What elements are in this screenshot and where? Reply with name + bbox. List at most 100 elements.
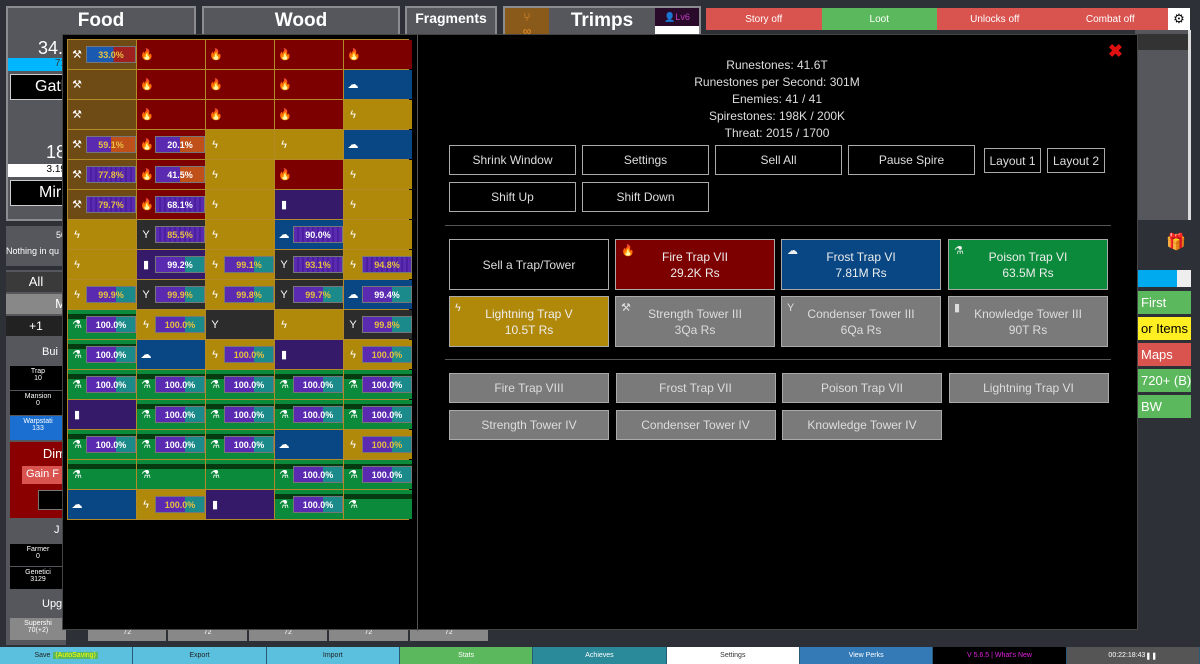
upgrade-strength-tower-iv-button[interactable]: Strength Tower IV (449, 410, 609, 440)
upgrade-condenser-tower-iv-button[interactable]: Condenser Tower IV (615, 410, 776, 440)
spire-cell-light[interactable]: ϟ (275, 130, 343, 159)
spire-cell-poison[interactable]: ⚗ 100.0% (68, 430, 136, 459)
spire-cell-fire[interactable]: 🔥 41.5% (137, 160, 205, 189)
spire-cell-light[interactable]: ϟ 100.0% (137, 310, 205, 339)
spire-cell-fire[interactable]: 🔥 (206, 40, 274, 69)
buy-frost-trap-vi-button[interactable]: ☁ Frost Trap VI 7.81M Rs (781, 239, 941, 290)
gear-icon[interactable]: ⚙ (1168, 8, 1190, 30)
spire-cell-str[interactable]: ⚒ 59.1% (68, 130, 136, 159)
spire-cell-fire[interactable]: 🔥 (275, 70, 343, 99)
spire-cell-light[interactable]: ϟ 100.0% (344, 430, 412, 459)
spire-cell-poison[interactable]: ⚗ 100.0% (344, 460, 412, 489)
footer-achieves-button[interactable]: Achieves (533, 647, 667, 664)
spire-cell-light[interactable]: ϟ 100.0% (344, 340, 412, 369)
spire-cell-light[interactable]: ϟ (275, 310, 343, 339)
spire-cell-frost[interactable]: ☁ 90.0% (275, 220, 343, 249)
side-button-1[interactable]: or Items (1137, 317, 1191, 340)
spire-cell-frost[interactable]: ☁ (275, 430, 343, 459)
tab-all[interactable]: All (6, 272, 66, 292)
spire-cell-fire[interactable]: 🔥 (137, 70, 205, 99)
upgrade-fire-trap-viii-button[interactable]: Fire Trap VIII (449, 373, 609, 403)
spire-cell-fire[interactable]: 🔥 (275, 160, 343, 189)
side-button-3[interactable]: 720+ (B) (1137, 369, 1191, 392)
spire-cell-str[interactable]: ⚒ 77.8% (68, 160, 136, 189)
pause-spire-button[interactable]: Pause Spire (848, 145, 975, 175)
spire-cell-know[interactable]: ▮ (275, 340, 343, 369)
spire-cell-light[interactable]: ϟ (68, 250, 136, 279)
spire-cell-light[interactable]: ϟ (206, 190, 274, 219)
spire-cell-cond[interactable]: Y 85.5% (137, 220, 205, 249)
spire-cell-know[interactable]: ▮ (68, 400, 136, 429)
spire-cell-cond[interactable]: Y 99.9% (137, 280, 205, 309)
gather-food-button[interactable]: Gath (10, 74, 70, 100)
spire-cell-light[interactable]: ϟ (206, 220, 274, 249)
spire-cell-poison[interactable]: ⚗ 100.0% (206, 430, 274, 459)
layout-2-button[interactable]: Layout 2 (1047, 148, 1105, 173)
spire-cell-cond[interactable]: Y (206, 310, 274, 339)
spire-cell-poison[interactable]: ⚗ 100.0% (344, 400, 412, 429)
spire-cell-poison[interactable]: ⚗ (344, 490, 412, 519)
toggle-unlocks[interactable]: Unlocks off (937, 8, 1053, 30)
tab-m[interactable]: M (6, 294, 66, 314)
spire-cell-poison[interactable]: ⚗ 100.0% (137, 430, 205, 459)
spire-cell-poison[interactable]: ⚗ 100.0% (275, 460, 343, 489)
spire-cell-fire[interactable]: 🔥 (137, 40, 205, 69)
buy-condenser-tower-iii-button[interactable]: Y Condenser Tower III 6Qa Rs (781, 296, 941, 347)
spire-cell-poison[interactable]: ⚗ 100.0% (275, 370, 343, 399)
spire-cell-light[interactable]: ϟ (344, 100, 412, 129)
spire-cell-cond[interactable]: Y 99.8% (344, 310, 412, 339)
level-badge[interactable]: 👤 Lv6 (655, 8, 699, 26)
spire-cell-light[interactable]: ϟ (206, 160, 274, 189)
gift-icon[interactable]: 🎁 (1166, 232, 1186, 252)
spire-cell-light[interactable]: ϟ 94.8% (344, 250, 412, 279)
spire-cell-fire[interactable]: 🔥 (275, 40, 343, 69)
spire-cell-fire[interactable]: 🔥 20.1% (137, 130, 205, 159)
upgrade-poison-trap-vii-button[interactable]: Poison Trap VII (782, 373, 942, 403)
spire-cell-fire[interactable]: 🔥 68.1% (137, 190, 205, 219)
spire-cell-poison[interactable]: ⚗ 100.0% (206, 400, 274, 429)
spire-cell-str[interactable]: ⚒ (68, 100, 136, 129)
spire-cell-light[interactable]: ϟ 99.8% (206, 280, 274, 309)
sell-trap-button[interactable]: Sell a Trap/Tower (449, 239, 609, 290)
buy-strength-tower-iii-button[interactable]: ⚒ Strength Tower III 3Qa Rs (615, 296, 775, 347)
toggle-combat[interactable]: Combat off (1052, 8, 1168, 30)
tab-plus-one[interactable]: +1 (6, 316, 66, 336)
spire-cell-poison[interactable]: ⚗ (206, 460, 274, 489)
job-farmer[interactable]: Farmer 0 (10, 544, 66, 566)
buy-poison-trap-vi-button[interactable]: ⚗ Poison Trap VI 63.5M Rs (948, 239, 1108, 290)
footer-settings-button[interactable]: Settings (666, 647, 800, 664)
upgrade-item[interactable]: 72 (88, 629, 167, 641)
spire-cell-frost[interactable]: ☁ (344, 130, 412, 159)
upgrade-item[interactable]: 72 (329, 629, 408, 641)
spire-cell-poison[interactable]: ⚗ 100.0% (275, 490, 343, 519)
spire-cell-poison[interactable]: ⚗ 100.0% (275, 400, 343, 429)
spire-cell-poison[interactable]: ⚗ 100.0% (344, 370, 412, 399)
job-geneticist[interactable]: Genetici 3129 (10, 567, 66, 589)
spire-cell-light[interactable]: ϟ 99.9% (68, 280, 136, 309)
spire-cell-poison[interactable]: ⚗ (68, 460, 136, 489)
spire-cell-know[interactable]: ▮ (275, 190, 343, 219)
spire-cell-light[interactable]: ϟ (206, 130, 274, 159)
shrink-window-button[interactable]: Shrink Window (449, 145, 576, 175)
buy-knowledge-tower-iii-button[interactable]: ▮ Knowledge Tower III 90T Rs (948, 296, 1108, 347)
building-mansion[interactable]: Mansion 0 (10, 391, 66, 415)
buy-lightning-trap-v-button[interactable]: ϟ Lightning Trap V 10.5T Rs (449, 296, 609, 347)
toggle-story[interactable]: Story off (706, 8, 822, 30)
spire-cell-str[interactable]: ⚒ 79.7% (68, 190, 136, 219)
footer-export-button[interactable]: Export (133, 647, 267, 664)
layout-1-button[interactable]: Layout 1 (984, 148, 1041, 173)
spire-cell-fire[interactable]: 🔥 (344, 40, 412, 69)
buy-fire-trap-vii-button[interactable]: 🔥 Fire Trap VII 29.2K Rs (615, 239, 775, 290)
spire-cell-frost[interactable]: ☁ (344, 70, 412, 99)
spire-cell-light[interactable]: ϟ 100.0% (137, 490, 205, 519)
footer-stats-button[interactable]: Stats (399, 647, 534, 664)
upgrade-item[interactable]: 72 (409, 629, 489, 641)
footer-view-perks-button[interactable]: View Perks (799, 647, 934, 664)
side-button-0[interactable]: First (1137, 291, 1191, 314)
upgrade-item[interactable]: 72 (248, 629, 328, 641)
spire-cell-cond[interactable]: Y 93.1% (275, 250, 343, 279)
spire-cell-poison[interactable]: ⚗ (137, 460, 205, 489)
pause-icon[interactable]: ❚❚ (1145, 652, 1157, 660)
shift-up-button[interactable]: Shift Up (449, 182, 576, 212)
spire-cell-frost[interactable]: ☁ 99.4% (344, 280, 412, 309)
